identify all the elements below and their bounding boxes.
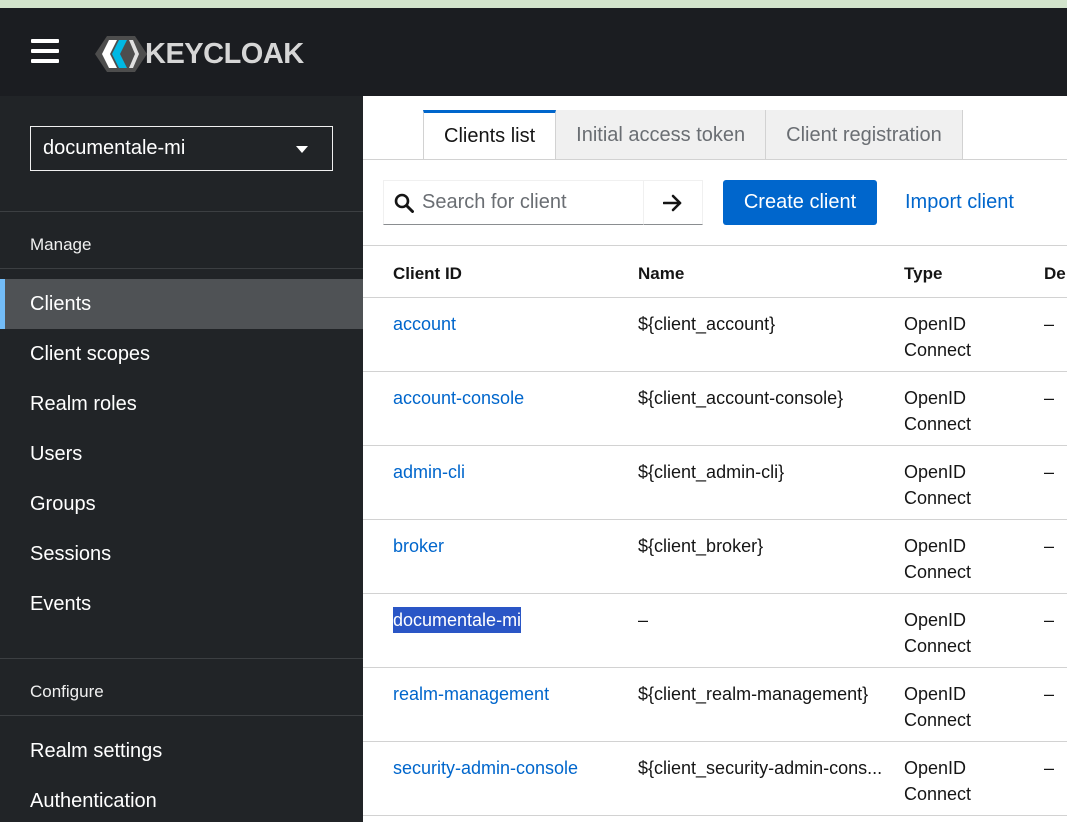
- client-type: OpenID Connect: [904, 314, 972, 360]
- tab-client-registration[interactable]: Client registration: [766, 110, 963, 160]
- client-id-link[interactable]: realm-management: [393, 681, 549, 707]
- realm-selector[interactable]: documentale-mi: [30, 126, 333, 171]
- client-type: OpenID Connect: [904, 610, 972, 656]
- nav-item-users[interactable]: Users: [0, 429, 363, 479]
- client-description: –: [1044, 314, 1055, 334]
- client-description: –: [1044, 610, 1055, 630]
- realm-selector-value: documentale-mi: [43, 137, 186, 159]
- client-name: ${client_realm-management}: [638, 684, 869, 704]
- divider: [0, 715, 363, 716]
- tab-bar: Clients list Initial access token Client…: [423, 110, 963, 160]
- client-name: ${client_admin-cli}: [638, 462, 785, 482]
- caret-down-icon: [296, 146, 308, 153]
- client-type: OpenID Connect: [904, 388, 972, 434]
- sidebar: documentale-mi Manage Clients Client sco…: [0, 96, 363, 822]
- nav-item-client-scopes[interactable]: Client scopes: [0, 329, 363, 379]
- client-type: OpenID Connect: [904, 758, 972, 804]
- table-row: realm-management ${client_realm-manageme…: [363, 668, 1067, 742]
- column-header-client-id[interactable]: Client ID: [393, 264, 462, 284]
- table-row: account ${client_account} OpenID Connect…: [363, 298, 1067, 372]
- nav-item-sessions[interactable]: Sessions: [0, 529, 363, 579]
- client-type: OpenID Connect: [904, 462, 972, 508]
- client-description: –: [1044, 536, 1055, 556]
- nav-item-realm-roles[interactable]: Realm roles: [0, 379, 363, 429]
- table-row: documentale-mi – OpenID Connect –: [363, 594, 1067, 668]
- client-description: –: [1044, 462, 1055, 482]
- column-header-description[interactable]: De: [1044, 264, 1066, 284]
- nav-item-clients[interactable]: Clients: [0, 279, 363, 329]
- client-id-link[interactable]: broker: [393, 533, 444, 559]
- client-id-link[interactable]: security-admin-console: [393, 755, 578, 781]
- nav-item-groups[interactable]: Groups: [0, 479, 363, 529]
- table-header: Client ID Name Type De: [363, 246, 1067, 298]
- logo-text: KEYCLOAK: [145, 37, 304, 70]
- clients-table: Client ID Name Type De account ${client_…: [363, 246, 1067, 816]
- table-row: admin-cli ${client_admin-cli} OpenID Con…: [363, 446, 1067, 520]
- client-description: –: [1044, 684, 1055, 704]
- search-icon: [394, 193, 414, 213]
- keycloak-logo[interactable]: KEYCLOAK: [95, 34, 304, 74]
- client-type: OpenID Connect: [904, 536, 972, 582]
- nav-section-configure: Configure: [30, 682, 104, 701]
- tab-underline: [363, 159, 1067, 160]
- client-name: –: [638, 610, 649, 630]
- tab-initial-access-token[interactable]: Initial access token: [556, 110, 767, 160]
- search-box: [383, 180, 644, 225]
- divider: [0, 658, 363, 659]
- column-header-name[interactable]: Name: [638, 264, 684, 284]
- search-submit-button[interactable]: [643, 180, 703, 225]
- client-name: ${client_account}: [638, 314, 776, 334]
- nav-item-realm-settings[interactable]: Realm settings: [0, 726, 363, 776]
- table-row: security-admin-console ${client_security…: [363, 742, 1067, 816]
- tab-clients-list[interactable]: Clients list: [423, 110, 557, 160]
- import-client-link[interactable]: Import client: [905, 180, 1014, 225]
- client-description: –: [1044, 388, 1055, 408]
- divider: [0, 211, 363, 212]
- masthead: KEYCLOAK: [0, 8, 1067, 96]
- client-id-link[interactable]: account-console: [393, 385, 524, 411]
- client-id-link[interactable]: account: [393, 311, 456, 337]
- client-type: OpenID Connect: [904, 684, 972, 730]
- keycloak-logo-icon: [95, 36, 147, 72]
- client-id-link[interactable]: documentale-mi: [393, 607, 522, 633]
- window-top-strip: [0, 0, 1067, 8]
- nav-item-events[interactable]: Events: [0, 579, 363, 629]
- arrow-right-icon: [663, 194, 682, 211]
- table-row: account-console ${client_account-console…: [363, 372, 1067, 446]
- column-header-type[interactable]: Type: [904, 264, 942, 284]
- client-name: ${client_security-admin-cons...: [638, 758, 883, 778]
- nav-item-authentication[interactable]: Authentication: [0, 776, 363, 822]
- create-client-button[interactable]: Create client: [723, 180, 877, 225]
- client-name: ${client_broker}: [638, 536, 764, 556]
- main-content: Clients list Initial access token Client…: [363, 96, 1067, 822]
- hamburger-icon[interactable]: [31, 39, 59, 63]
- search-input[interactable]: [422, 181, 642, 224]
- client-name: ${client_account-console}: [638, 388, 844, 408]
- table-row: broker ${client_broker} OpenID Connect –: [363, 520, 1067, 594]
- client-description: –: [1044, 758, 1055, 778]
- nav-section-manage: Manage: [30, 235, 92, 254]
- divider: [0, 268, 363, 269]
- client-id-link[interactable]: admin-cli: [393, 459, 465, 485]
